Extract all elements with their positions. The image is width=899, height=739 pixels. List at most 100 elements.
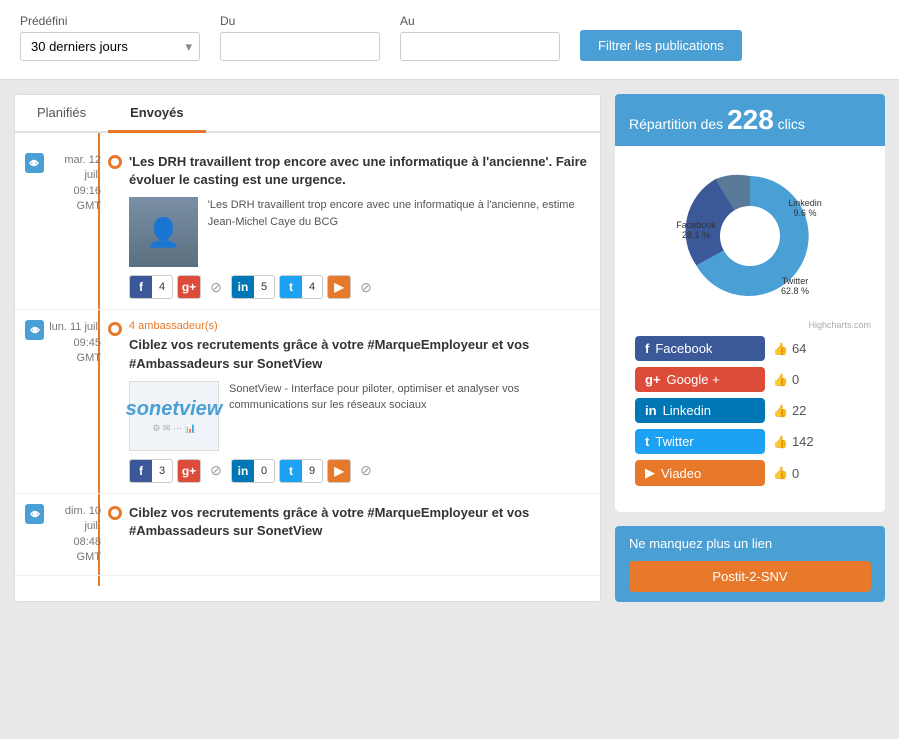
- tw-count-1: 4: [302, 281, 322, 293]
- post-title-3: Ciblez vos recrutements grâce à votre #M…: [129, 504, 590, 540]
- vd-btn-1[interactable]: ▶: [327, 275, 351, 299]
- fb-btn-1[interactable]: f 4: [129, 275, 173, 299]
- tw-count-2: 9: [302, 465, 322, 477]
- predefined-select[interactable]: 30 derniers jours: [20, 32, 200, 61]
- cancel2-1[interactable]: ⊘: [355, 276, 377, 298]
- post-title-1: 'Les DRH travaillent trop encore avec un…: [129, 153, 590, 189]
- du-group: Du: [220, 14, 380, 61]
- cancel-1[interactable]: ⊘: [205, 276, 227, 298]
- vd-icon-1: ▶: [328, 276, 350, 298]
- li-btn-2[interactable]: in 0: [231, 459, 275, 483]
- stats-card: Répartition des 228 clics: [615, 94, 885, 512]
- promo-button[interactable]: Postit-2-SNV: [629, 561, 871, 592]
- cancel-2[interactable]: ⊘: [205, 460, 227, 482]
- gp-icon-1: g+: [178, 276, 200, 298]
- post-desc-2: SonetView - Interface pour piloter, opti…: [229, 381, 590, 451]
- du-input[interactable]: [220, 32, 380, 61]
- tw-icon-stat: t: [645, 434, 649, 449]
- chart-credit: Highcharts.com: [625, 320, 875, 330]
- top-bar: Prédéfini 30 derniers jours Du Au Filtre…: [0, 0, 899, 80]
- timeline-right-2: 4 ambassadeur(s) Ciblez vos recrutements…: [115, 320, 590, 482]
- predefined-select-wrap[interactable]: 30 derniers jours: [20, 32, 200, 61]
- tw-btn-1[interactable]: t 4: [279, 275, 323, 299]
- tab-planifies[interactable]: Planifiés: [15, 95, 108, 133]
- timeline-item: mar. 12 juil. 09:16 GMT 'Les DRH travail…: [15, 143, 600, 310]
- fb-icon-2: f: [130, 460, 152, 482]
- timeline-left-3: dim. 10 juil. 08:48 GMT: [25, 504, 115, 566]
- stat-row-tw: t Twitter 142: [635, 429, 865, 454]
- main-content: Planifiés Envoyés mar. 12 juil. 09:16 GM…: [0, 80, 899, 616]
- stat-fb-count: 64: [773, 341, 806, 356]
- timeline-right-1: 'Les DRH travaillent trop encore avec un…: [115, 153, 590, 299]
- tab-envoyes[interactable]: Envoyés: [108, 95, 205, 133]
- timeline-item-2: lun. 11 juil. 09:45 GMT 4 ambassadeur(s)…: [15, 310, 600, 493]
- tw-btn-2[interactable]: t 9: [279, 459, 323, 483]
- post-desc-1: 'Les DRH travaillent trop encore avec un…: [208, 197, 590, 267]
- fb-icon-1: f: [130, 276, 152, 298]
- stat-linkedin-btn[interactable]: in Linkedin: [635, 398, 765, 423]
- timeline-date-2: lun. 11 juil. 09:45 GMT: [48, 320, 101, 366]
- stat-viadeo-btn[interactable]: ▶ Viadeo: [635, 460, 765, 486]
- promo-card: Ne manquez plus un lien Postit-2-SNV: [615, 526, 885, 602]
- stat-row-vd: ▶ Viadeo 0: [635, 460, 865, 486]
- au-label: Au: [400, 14, 560, 28]
- filter-button[interactable]: Filtrer les publications: [580, 30, 742, 61]
- fb-btn-2[interactable]: f 3: [129, 459, 173, 483]
- right-panel: Répartition des 228 clics: [615, 94, 885, 602]
- left-panel: Planifiés Envoyés mar. 12 juil. 09:16 GM…: [14, 94, 601, 602]
- stat-row-li: in Linkedin 22: [635, 398, 865, 423]
- stats-header: Répartition des 228 clics: [615, 94, 885, 146]
- cancel2-2[interactable]: ⊘: [355, 460, 377, 482]
- timeline-dot-3: [108, 506, 122, 520]
- li-icon-1: in: [232, 276, 254, 298]
- gp-icon-2: g+: [178, 460, 200, 482]
- link-icon-3: [25, 504, 44, 524]
- stat-row-fb: f Facebook 64: [635, 336, 865, 361]
- stat-row-gp: g+ Google + 0: [635, 367, 865, 392]
- fb-count-1: 4: [152, 281, 172, 293]
- post-preview-2: sonetview ⚙ ✉ ⋯ 📊 SonetView - Interface …: [129, 381, 590, 451]
- stat-vd-count: 0: [773, 466, 799, 481]
- stat-li-count: 22: [773, 403, 806, 418]
- post-title-2: Ciblez vos recrutements grâce à votre #M…: [129, 336, 590, 372]
- post-thumbnail-1: 👤: [129, 197, 198, 267]
- timeline: mar. 12 juil. 09:16 GMT 'Les DRH travail…: [15, 133, 600, 586]
- stat-twitter-btn[interactable]: t Twitter: [635, 429, 765, 454]
- stats-rows: f Facebook 64 g+ Google + 0: [625, 330, 875, 502]
- tabs: Planifiés Envoyés: [15, 95, 600, 133]
- post-preview-1: 👤 'Les DRH travaillent trop encore avec …: [129, 197, 590, 267]
- promo-title: Ne manquez plus un lien: [629, 536, 871, 551]
- ambassadeur-label-2: 4 ambassadeur(s): [129, 320, 590, 332]
- predefined-label: Prédéfini: [20, 14, 200, 28]
- stat-facebook-btn[interactable]: f Facebook: [635, 336, 765, 361]
- pie-svg: Facebook 28.1 % Linkedin 9.6 % Twitter 6…: [640, 156, 860, 316]
- timeline-left-1: mar. 12 juil. 09:16 GMT: [25, 153, 115, 299]
- link-icon-1: [25, 153, 44, 173]
- stat-google-btn[interactable]: g+ Google +: [635, 367, 765, 392]
- link-icon-2: [25, 320, 44, 340]
- tw-icon-2: t: [280, 460, 302, 482]
- tw-icon-1: t: [280, 276, 302, 298]
- gp-btn-1[interactable]: g+: [177, 275, 201, 299]
- gp-btn-2[interactable]: g+: [177, 459, 201, 483]
- vd-btn-2[interactable]: ▶: [327, 459, 351, 483]
- li-count-1: 5: [254, 281, 274, 293]
- svg-text:Linkedin: Linkedin: [788, 198, 822, 208]
- au-input[interactable]: [400, 32, 560, 61]
- timeline-dot-1: [108, 155, 122, 169]
- svg-text:28.1 %: 28.1 %: [682, 230, 710, 240]
- svg-text:Facebook: Facebook: [676, 220, 716, 230]
- stat-tw-count: 142: [773, 434, 814, 449]
- li-count-2: 0: [254, 465, 274, 477]
- stats-chart-area: Facebook 28.1 % Linkedin 9.6 % Twitter 6…: [615, 146, 885, 512]
- li-btn-1[interactable]: in 5: [231, 275, 275, 299]
- fb-count-2: 3: [152, 465, 172, 477]
- predefined-group: Prédéfini 30 derniers jours: [20, 14, 200, 61]
- svg-text:Twitter: Twitter: [782, 276, 809, 286]
- pie-chart: Facebook 28.1 % Linkedin 9.6 % Twitter 6…: [625, 156, 875, 330]
- post-social-1: f 4 g+ ⊘ in 5 t 4: [129, 275, 590, 299]
- timeline-date-3: dim. 10 juil. 08:48 GMT: [48, 504, 101, 566]
- stat-gp-count: 0: [773, 372, 799, 387]
- timeline-item-3: dim. 10 juil. 08:48 GMT Ciblez vos recru…: [15, 494, 600, 577]
- timeline-left-2: lun. 11 juil. 09:45 GMT: [25, 320, 115, 482]
